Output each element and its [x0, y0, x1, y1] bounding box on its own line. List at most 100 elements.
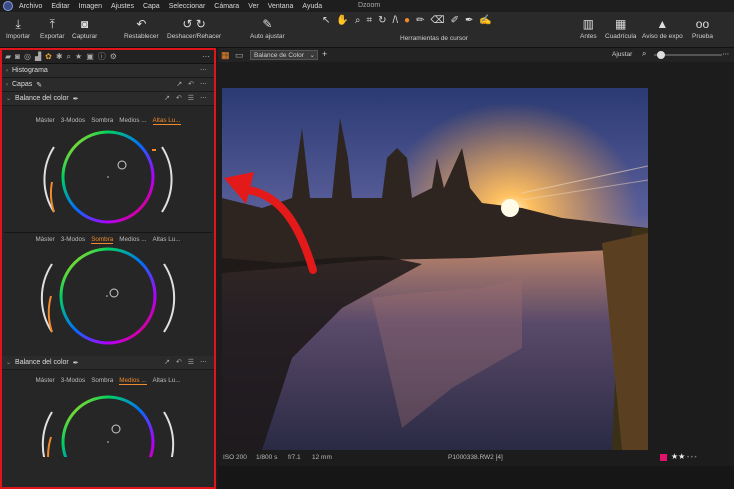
color-wheel-2-svg[interactable]: [2, 246, 214, 356]
menu-ayuda[interactable]: Ayuda: [302, 3, 322, 10]
search-tab-icon[interactable]: ⌕: [67, 52, 71, 62]
multi-view-icon[interactable]: ▦: [221, 50, 230, 61]
mode-tab-shadow[interactable]: Sombra: [91, 117, 113, 124]
capture-button[interactable]: ◙ Capturar: [72, 15, 97, 40]
exposure-tab-icon[interactable]: ▟: [35, 52, 41, 61]
export-button[interactable]: ⤒ Exportar: [40, 15, 65, 41]
output-tab-icon[interactable]: ▣: [86, 52, 94, 61]
menu-archivo[interactable]: Archivo: [19, 3, 42, 10]
mode-tab-master[interactable]: Máster: [35, 236, 54, 243]
mode-tab-highlights[interactable]: Altas Lu...: [153, 377, 181, 384]
menu-capa[interactable]: Capa: [143, 3, 160, 10]
tool-tabs: ▰ ◙ ◎ ▟ ✿ ✱ ⌕ ★ ▣ ⓘ ⚙ ⋯: [2, 50, 214, 64]
settings-tab-icon[interactable]: ⚙: [110, 52, 117, 61]
menu-camara[interactable]: Cámara: [214, 3, 239, 10]
layers-section-header[interactable]: › Capas ✎ ↗ ↶ ⋯: [2, 78, 214, 92]
hue-ring[interactable]: [59, 247, 157, 345]
star-tab-icon[interactable]: ★: [75, 52, 82, 61]
app-logo-icon: [3, 1, 13, 11]
undo-redo-button[interactable]: ↺ ↻ Deshacer/Rehacer: [167, 15, 221, 40]
menu-seleccionar[interactable]: Seleccionar: [169, 3, 206, 10]
lens-tab-icon[interactable]: ◎: [24, 52, 31, 61]
rating-stars[interactable]: ★★ • • •: [671, 452, 697, 461]
mode-tab-3way[interactable]: 3-Modos: [61, 236, 86, 243]
zoom-slider-handle[interactable]: [657, 51, 665, 59]
zoom-slider[interactable]: [654, 51, 722, 59]
file-name: P1000338.RW2 [4]: [448, 454, 503, 461]
menu-imagen[interactable]: Imagen: [79, 3, 102, 10]
import-button[interactable]: ⤓ Importar: [6, 15, 30, 41]
color-balance-title: Balance del color: [15, 95, 69, 102]
details-tab-icon[interactable]: ✱: [56, 52, 63, 61]
menu-editar[interactable]: Editar: [51, 3, 69, 10]
before-button[interactable]: ▥ Antes: [580, 15, 597, 40]
color-balance-section-header[interactable]: ⌄ Balance del color ✒ ↗ ↶ ☰ ⋯: [2, 92, 214, 106]
chevron-down-icon: ⌄: [6, 96, 12, 102]
section-actions-icon[interactable]: ↗ ↶ ☰ ⋯: [164, 358, 209, 366]
eraser-icon[interactable]: ⌫: [430, 15, 444, 26]
camera-tab-icon[interactable]: ◙: [15, 52, 20, 61]
hue-ring[interactable]: [61, 395, 155, 457]
lightness-arc[interactable]: [161, 146, 173, 213]
panel-more-icon[interactable]: ⋯: [202, 52, 210, 61]
mode-select-value: Balance de Color: [254, 52, 304, 59]
info-tab-icon[interactable]: ⓘ: [98, 51, 106, 62]
zoom-icon[interactable]: ⌕: [642, 49, 646, 59]
annotate-icon[interactable]: ✍: [479, 15, 491, 26]
color-wheel-3[interactable]: [2, 387, 214, 457]
mode-tab-master[interactable]: Máster: [35, 117, 54, 124]
mode-tab-mid[interactable]: Medios ...: [119, 117, 146, 124]
lightness-arc[interactable]: [163, 411, 175, 457]
histogram-section-header[interactable]: › Histograma ⋯: [2, 64, 214, 78]
wheel-handle[interactable]: [117, 160, 127, 170]
add-icon[interactable]: +: [322, 49, 327, 59]
folder-tab-icon[interactable]: ▰: [5, 52, 11, 61]
reset-icon: ↶: [136, 17, 147, 31]
before-icon: ▥: [582, 17, 594, 31]
mode-tab-3way[interactable]: 3-Modos: [61, 117, 86, 124]
mode-select[interactable]: Balance de Color ⌄: [250, 50, 318, 60]
section-actions-icon[interactable]: ↗ ↶ ⋯: [176, 80, 209, 88]
color-tab-icon[interactable]: ✿: [45, 52, 52, 61]
single-view-icon[interactable]: ▭: [235, 50, 244, 61]
rotate-icon[interactable]: ↻: [378, 15, 386, 26]
grid-button[interactable]: ▦ Cuadrícula: [605, 15, 636, 40]
wheel-handle[interactable]: [111, 424, 121, 434]
section-more-icon[interactable]: ⋯: [200, 66, 209, 74]
mode-tab-shadow[interactable]: Sombra: [91, 377, 113, 384]
loupe-icon[interactable]: ⌕: [355, 15, 361, 26]
mode-tab-master[interactable]: Máster: [35, 377, 54, 384]
keystone-icon[interactable]: /\: [392, 15, 398, 26]
mode-tab-mid[interactable]: Medios ...: [119, 236, 146, 243]
color-balance-section-header-2[interactable]: ⌄ Balance del color ✒ ↗ ↶ ☰ ⋯: [2, 356, 214, 370]
color-wheel-1-svg[interactable]: [2, 127, 214, 232]
lightness-arc[interactable]: [163, 263, 176, 333]
color-wheel-3-svg[interactable]: [2, 387, 214, 457]
exposure-warning-button[interactable]: ▲ Aviso de expo: [642, 15, 683, 40]
gradient-icon[interactable]: ✐: [451, 15, 459, 26]
mode-tab-highlights[interactable]: Altas Lu...: [152, 117, 181, 125]
color-wheel-2[interactable]: [2, 246, 214, 356]
color-wheel-1[interactable]: [2, 127, 214, 232]
warning-icon: ▲: [656, 17, 669, 31]
menu-ajustes[interactable]: Ajustes: [111, 3, 134, 10]
pan-icon[interactable]: ✋: [336, 15, 348, 26]
picker-icon[interactable]: ✒: [465, 15, 473, 26]
more-icon[interactable]: ⋯: [723, 50, 730, 58]
color-tag[interactable]: [660, 454, 667, 461]
mode-tab-highlights[interactable]: Altas Lu...: [153, 236, 181, 243]
mode-tab-mid[interactable]: Medios ...: [119, 377, 147, 385]
reset-button[interactable]: ↶ Restablecer: [124, 15, 159, 40]
section-actions-icon[interactable]: ↗ ↶ ☰ ⋯: [164, 94, 209, 102]
menu-ver[interactable]: Ver: [248, 3, 259, 10]
spot-icon[interactable]: ●: [404, 15, 410, 26]
proof-button[interactable]: oo Prueba: [692, 15, 713, 40]
menu-ventana[interactable]: Ventana: [268, 3, 294, 10]
select-cursor-icon[interactable]: ↖: [322, 15, 330, 26]
crop-icon[interactable]: ⌗: [366, 15, 372, 26]
wheel-handle[interactable]: [109, 288, 119, 298]
auto-adjust-button[interactable]: ✎ Auto ajustar: [250, 15, 285, 40]
mode-tab-shadow[interactable]: Sombra: [91, 236, 114, 244]
mode-tab-3way[interactable]: 3-Modos: [61, 377, 86, 384]
brush-icon[interactable]: ✏: [416, 15, 424, 26]
